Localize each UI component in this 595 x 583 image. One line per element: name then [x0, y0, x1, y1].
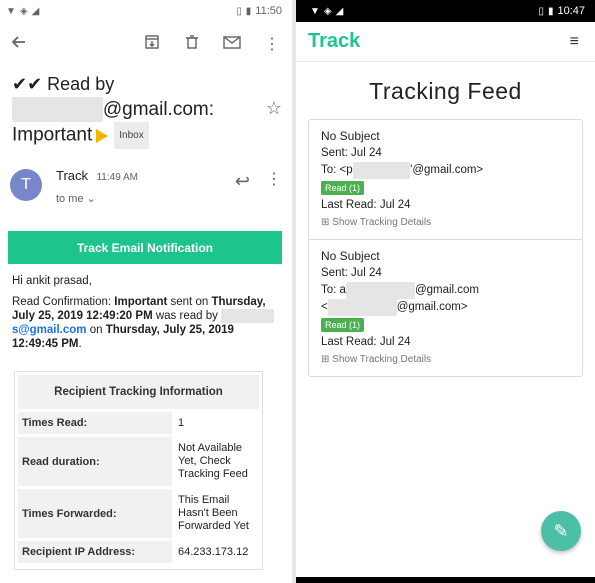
show-details-link[interactable]: ⊞ Show Tracking Details — [321, 214, 570, 231]
app-brand: Track — [308, 30, 361, 52]
chevron-down-icon: ⌄ — [86, 193, 96, 205]
list-item[interactable]: No Subject Sent: Jul 24 To: axxxxxxxxxxx… — [309, 239, 582, 376]
item-subject: No Subject — [321, 129, 380, 143]
subject-importance: Important — [12, 124, 93, 146]
subject-prefix: ✔✔ Read by — [12, 74, 115, 94]
expand-icon: ⊞ — [321, 354, 333, 365]
item-last-read: Last Read: Jul 24 — [321, 199, 411, 211]
signal-icon: ◢ — [335, 5, 344, 17]
list-item[interactable]: No Subject Sent: Jul 24 To: <pxxxxxxxxxx… — [309, 120, 582, 239]
battery-icon: ▮ — [547, 5, 554, 17]
wifi-icon: ▼ — [310, 5, 320, 17]
vibrate-icon: ▯ — [236, 5, 242, 17]
status-time: 10:47 — [557, 5, 585, 17]
reply-icon[interactable]: ↩ — [235, 171, 250, 192]
importance-marker-icon[interactable] — [96, 128, 109, 143]
sender-row: T Track 11:49 AM to me ⌄ ↩ ⋮ — [0, 149, 292, 215]
compose-button[interactable]: ✎ — [541, 511, 581, 551]
wifi-icon: ◈ — [323, 5, 332, 17]
status-bar: ▼ ◈ ◢ ▯ ▮ 10:47 — [296, 0, 595, 22]
pencil-icon: ✎ — [553, 520, 569, 541]
delete-icon[interactable] — [182, 34, 202, 55]
menu-icon[interactable]: ≡ — [570, 33, 579, 51]
table-row: Times Forwarded: This Email Hasn't Been … — [18, 489, 259, 538]
table-row: Read duration: Not Available Yet, Check … — [18, 437, 259, 486]
app-bar: Track ≡ — [296, 22, 595, 62]
wifi-icon: ▼ — [6, 5, 16, 17]
back-arrow-icon[interactable] — [8, 34, 28, 55]
subject-email-tail: @gmail.com: — [102, 99, 214, 120]
show-details-link[interactable]: ⊞ Show Tracking Details — [321, 351, 570, 368]
item-recipient: To: axxxxxxxxxxxx@gmail.com — [321, 282, 570, 299]
nav-bar — [296, 577, 595, 583]
star-icon[interactable]: ☆ — [266, 96, 282, 121]
mail-icon[interactable] — [222, 34, 242, 55]
more-options-icon[interactable]: ⋮ — [262, 34, 282, 54]
item-recipient-line2: <xxxxxxxxxxxx@gmail.com> — [321, 299, 570, 316]
sender-time: 11:49 AM — [96, 172, 138, 183]
notification-banner: Track Email Notification — [8, 231, 282, 264]
item-sent: Sent: Jul 24 — [321, 267, 382, 279]
item-sent: Sent: Jul 24 — [321, 147, 382, 159]
email-toolbar: ⋮ — [0, 22, 292, 66]
expand-icon: ⊞ — [321, 217, 333, 228]
archive-icon[interactable] — [142, 34, 162, 55]
gmail-pane: ▼ ◈ ◢ ▯ ▮ 11:50 ⋮ ✔✔ Read by pa — [0, 0, 292, 583]
tracking-feed-list: No Subject Sent: Jul 24 To: <pxxxxxxxxxx… — [308, 119, 583, 377]
signal-icon: ◢ — [31, 5, 40, 17]
redacted-email: patishaaks — [12, 97, 103, 122]
item-last-read: Last Read: Jul 24 — [321, 336, 411, 348]
track-app-pane: ▼ ◈ ◢ ▯ ▮ 10:47 Track ≡ Tracking Feed No… — [296, 0, 595, 583]
item-subject: No Subject — [321, 249, 380, 263]
table-row: Times Read: 1 — [18, 412, 259, 434]
status-bar: ▼ ◈ ◢ ▯ ▮ 11:50 — [0, 0, 292, 22]
tracking-info-table: Recipient Tracking Information Times Rea… — [14, 371, 263, 570]
sender-name: Track — [56, 168, 89, 183]
table-heading: Recipient Tracking Information — [18, 375, 259, 409]
greeting: Hi ankit prasad, — [12, 275, 92, 287]
vibrate-icon: ▯ — [538, 5, 544, 17]
read-count-badge: Read (1) — [321, 181, 365, 195]
email-body: Hi ankit prasad, Read Confirmation: Impo… — [0, 264, 292, 351]
email-subject: ✔✔ Read by patishaaks@gmail.com: Importa… — [0, 66, 292, 149]
avatar[interactable]: T — [10, 169, 42, 201]
read-confirmation: Read Confirmation: Important sent on Thu… — [12, 295, 280, 351]
table-row: Recipient IP Address: 64.233.173.12 — [18, 541, 259, 563]
status-time: 11:50 — [255, 5, 282, 17]
inbox-label[interactable]: Inbox — [114, 122, 149, 149]
more-options-icon[interactable]: ⋮ — [266, 169, 282, 189]
to-me-label: to me — [56, 193, 84, 205]
read-count-badge: Read (1) — [321, 318, 365, 332]
battery-icon: ▮ — [245, 5, 252, 17]
page-title: Tracking Feed — [369, 78, 522, 104]
wifi-icon: ◈ — [19, 5, 28, 17]
recipient-toggle[interactable]: to me ⌄ — [56, 192, 282, 205]
item-recipient: To: <pxxxxxxxxxx'@gmail.com> — [321, 162, 570, 179]
